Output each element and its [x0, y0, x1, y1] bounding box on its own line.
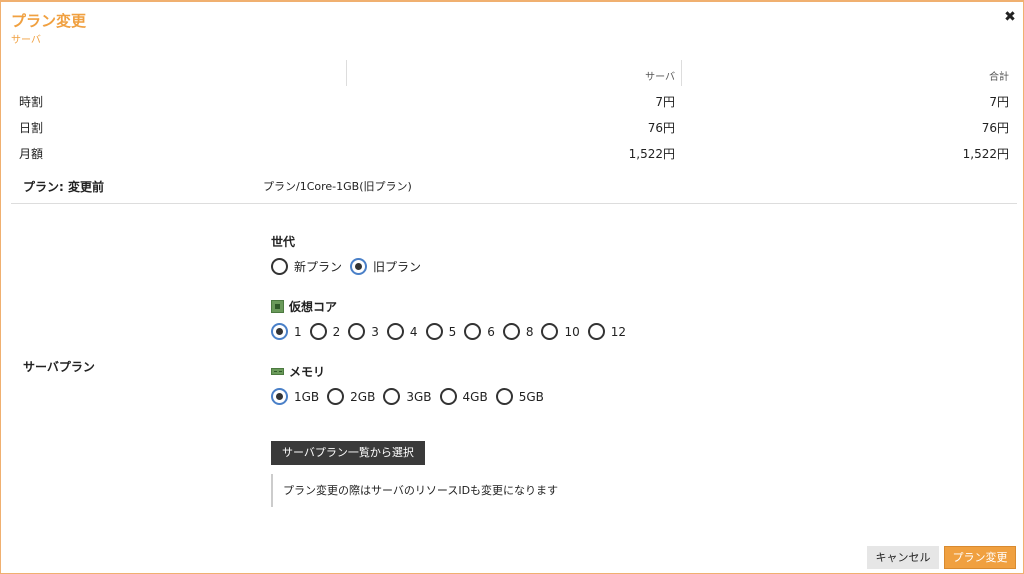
plan-change-button[interactable]: プラン変更	[944, 546, 1016, 569]
radio-circle[interactable]	[439, 388, 457, 405]
radio-circle[interactable]	[327, 388, 345, 405]
server-price: 7円	[655, 95, 675, 109]
radio-label: 1GB	[294, 389, 320, 404]
radio-memory-3gb[interactable]: 3GB	[383, 388, 432, 405]
radio-label: 3	[371, 324, 379, 339]
plan-before-value: プラン/1Core-1GB(旧プラン)	[263, 180, 412, 193]
radio-label: 旧プラン	[373, 260, 422, 274]
close-icon[interactable]: ✖	[1001, 8, 1019, 26]
radio-label: 2	[332, 324, 341, 339]
radio-generation-new[interactable]: 新プラン	[271, 258, 342, 275]
cores-title: 仮想コア	[271, 298, 337, 315]
radio-circle[interactable]	[495, 388, 513, 405]
generation-title-text: 世代	[271, 235, 296, 249]
price-table-header: サーバ 合計	[11, 60, 1017, 86]
table-row: 月額 1,522円 1,522円	[11, 138, 1017, 164]
table-row: 日割 76円 76円	[11, 112, 1017, 138]
radio-circle[interactable]	[502, 323, 520, 340]
cancel-button[interactable]: キャンセル	[867, 546, 939, 569]
radio-label: 12	[610, 324, 627, 339]
radio-label: 2GB	[350, 389, 376, 404]
radio-label: 5	[448, 324, 457, 339]
radio-label: 4	[409, 324, 418, 339]
radio-label: 10	[564, 324, 580, 339]
server-price: 76円	[647, 121, 675, 135]
server-price: 1,522円	[628, 147, 675, 161]
memory-title-text: メモリ	[289, 365, 326, 379]
radio-label: 5GB	[518, 389, 544, 404]
radio-label: 6	[487, 324, 495, 339]
generation-title: 世代	[271, 233, 295, 250]
cores-radio-group: 1 2 3 4 5 6 8 10 12	[271, 323, 634, 340]
cores-title-text: 仮想コア	[289, 300, 338, 314]
divider	[11, 203, 1017, 204]
radio-memory-1gb[interactable]: 1GB	[271, 388, 319, 405]
radio-circle[interactable]	[386, 323, 404, 340]
plan-before-label: プラン: 変更前	[23, 180, 104, 194]
radio-circle[interactable]	[271, 388, 288, 405]
radio-circle[interactable]	[464, 323, 482, 340]
total-price: 76円	[981, 121, 1009, 135]
radio-label: 3GB	[406, 389, 432, 404]
radio-core-2[interactable]: 2	[309, 323, 341, 340]
radio-label: 8	[525, 324, 534, 339]
memory-radio-group: 1GB 2GB 3GB 4GB 5GB	[271, 388, 552, 405]
radio-core-4[interactable]: 4	[386, 323, 418, 340]
total-price: 1,522円	[962, 147, 1009, 161]
row-label: 時割	[19, 95, 44, 109]
header-total: 合計	[989, 72, 1009, 83]
radio-circle[interactable]	[348, 323, 366, 340]
radio-core-8[interactable]: 8	[502, 323, 534, 340]
radio-circle[interactable]	[587, 323, 605, 340]
radio-core-6[interactable]: 6	[464, 323, 495, 340]
radio-label: 新プラン	[294, 260, 343, 274]
select-from-plan-list-button[interactable]: サーバプラン一覧から選択	[271, 441, 425, 465]
radio-circle[interactable]	[271, 258, 288, 275]
memory-stick-icon	[271, 368, 284, 375]
radio-circle[interactable]	[350, 258, 368, 275]
radio-label: 1	[294, 324, 302, 339]
server-plan-label: サーバプラン	[23, 360, 95, 374]
dialog-title: プラン変更	[11, 12, 87, 30]
generation-radio-group: 新プラン 旧プラン	[271, 258, 429, 275]
radio-circle[interactable]	[271, 323, 288, 340]
radio-core-10[interactable]: 10	[541, 323, 580, 340]
radio-core-12[interactable]: 12	[587, 323, 627, 340]
row-label: 日割	[19, 121, 44, 135]
radio-core-1[interactable]: 1	[271, 323, 302, 340]
radio-core-5[interactable]: 5	[425, 323, 457, 340]
dialog-subtitle: サーバ	[11, 35, 41, 46]
radio-generation-old[interactable]: 旧プラン	[350, 258, 421, 275]
radio-memory-4gb[interactable]: 4GB	[439, 388, 488, 405]
radio-circle[interactable]	[383, 388, 401, 405]
price-table: サーバ 合計 時割 7円 7円 日割 76円 76円 月額 1,522円 1,5…	[11, 60, 1017, 164]
radio-circle[interactable]	[541, 323, 559, 340]
total-price: 7円	[989, 95, 1009, 109]
row-label: 月額	[19, 147, 44, 161]
memory-title: メモリ	[271, 363, 325, 380]
cpu-chip-icon	[271, 300, 284, 313]
table-row: 時割 7円 7円	[11, 86, 1017, 112]
radio-circle[interactable]	[309, 323, 327, 340]
resource-id-note: プラン変更の際はサーバのリソースIDも変更になります	[271, 474, 558, 507]
radio-circle[interactable]	[425, 323, 443, 340]
radio-label: 4GB	[462, 389, 488, 404]
header-server: サーバ	[645, 72, 675, 83]
radio-core-3[interactable]: 3	[348, 323, 379, 340]
radio-memory-2gb[interactable]: 2GB	[327, 388, 375, 405]
radio-memory-5gb[interactable]: 5GB	[495, 388, 544, 405]
plan-change-dialog: プラン変更 サーバ ✖ サーバ 合計 時割 7円 7円 日割 76円 76円 月…	[0, 0, 1024, 574]
